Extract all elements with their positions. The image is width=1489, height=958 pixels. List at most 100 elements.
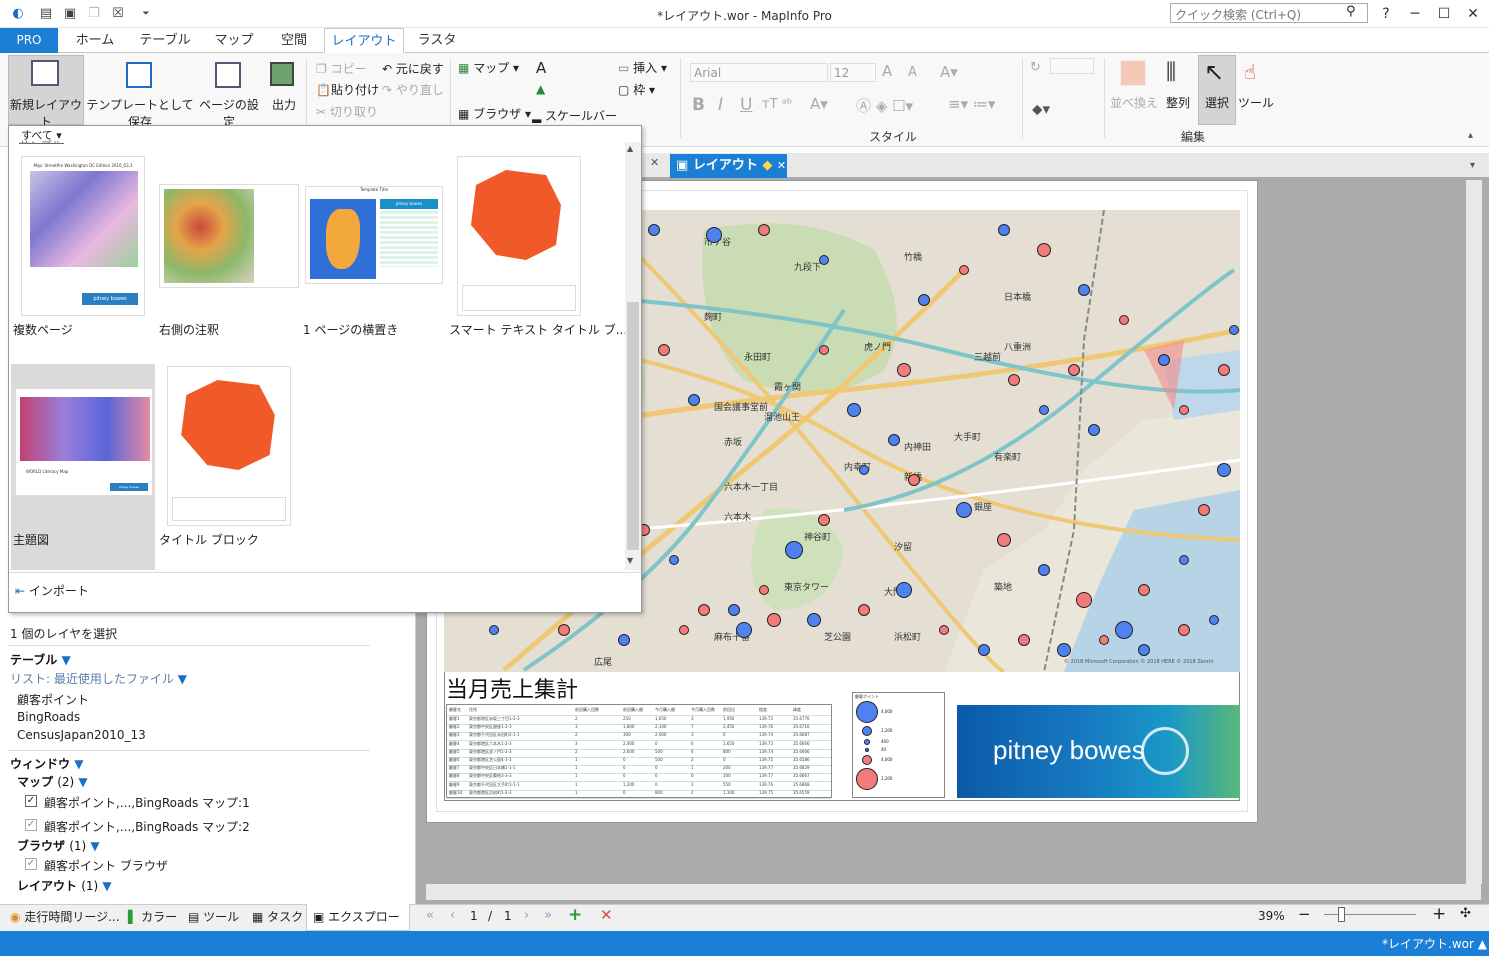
- customer-point[interactable]: [1115, 621, 1133, 639]
- layout-title[interactable]: 当月売上集計: [446, 672, 578, 704]
- customer-point[interactable]: [728, 604, 740, 616]
- customer-point[interactable]: [1198, 504, 1210, 516]
- customer-point[interactable]: [818, 514, 830, 526]
- tab-spatial[interactable]: 空間: [266, 28, 322, 53]
- align-button[interactable]: 並べ換え: [1108, 94, 1160, 111]
- customer-point[interactable]: [897, 363, 911, 377]
- customer-point[interactable]: [758, 224, 770, 236]
- table-item[interactable]: 顧客ポイント: [17, 691, 89, 708]
- layout-document-tab[interactable]: ▣ レイアウト ◆ ✕: [670, 154, 787, 178]
- customer-point[interactable]: [1138, 644, 1150, 656]
- template-thumb-landscape[interactable]: Template Title pitney bowes: [305, 186, 443, 284]
- browser-item[interactable]: 顧客ポイント ブラウザ: [44, 857, 168, 874]
- page-current[interactable]: 1: [470, 909, 478, 923]
- tab-home[interactable]: ホーム: [64, 28, 126, 53]
- customer-point[interactable]: [1209, 615, 1219, 625]
- close-tab-icon[interactable]: ✕: [650, 156, 659, 169]
- customer-point[interactable]: [908, 474, 920, 486]
- template-thumb-title-block[interactable]: [167, 366, 291, 526]
- customer-point[interactable]: [918, 294, 930, 306]
- customer-point[interactable]: [1229, 325, 1239, 335]
- tab-tasks[interactable]: ▦ タスク: [252, 904, 303, 931]
- table-item[interactable]: CensusJapan2010_13: [17, 728, 146, 742]
- map-item[interactable]: 顧客ポイント,...,BingRoads マップ:1: [44, 794, 250, 811]
- customer-point[interactable]: [997, 533, 1011, 547]
- customer-point[interactable]: [956, 502, 972, 518]
- customer-point[interactable]: [1078, 284, 1090, 296]
- customer-point[interactable]: [658, 344, 670, 356]
- customer-point[interactable]: [669, 555, 679, 565]
- customer-point[interactable]: [489, 625, 499, 635]
- customer-point[interactable]: [1076, 592, 1092, 608]
- rotation-input[interactable]: [1050, 58, 1094, 74]
- paragraph-icons[interactable]: ≡▾ ≔▾: [948, 95, 995, 113]
- customer-point[interactable]: [959, 265, 969, 275]
- zoom-out-icon[interactable]: −: [1298, 905, 1311, 923]
- bold-button[interactable]: B: [692, 95, 705, 115]
- copy-button[interactable]: ❐ コピー: [316, 60, 367, 77]
- customer-point[interactable]: [1179, 405, 1189, 415]
- fit-icon[interactable]: ✣: [1460, 906, 1471, 921]
- nav-prev-icon[interactable]: ‹: [450, 908, 455, 923]
- picture-icon[interactable]: ▲: [536, 82, 545, 96]
- customer-point[interactable]: [736, 622, 752, 638]
- tab-color[interactable]: ▌ カラー: [128, 904, 177, 931]
- tab-table[interactable]: テーブル: [130, 28, 200, 53]
- tab-raster[interactable]: ラスタ: [408, 28, 466, 53]
- collapse-ribbon-icon[interactable]: ▴: [1468, 130, 1473, 141]
- customer-point[interactable]: [759, 585, 769, 595]
- tab-map[interactable]: マップ: [204, 28, 264, 53]
- pointer-style-icon[interactable]: ⬥▾: [1032, 100, 1050, 118]
- help-button[interactable]: ?: [1375, 4, 1397, 24]
- arrange-button[interactable]: 整列: [1160, 94, 1196, 111]
- insert-button[interactable]: ▭ 挿入 ▾: [618, 59, 667, 76]
- text-effect-icon[interactable]: A▾: [940, 63, 958, 81]
- maximize-button[interactable]: ☐: [1433, 4, 1455, 24]
- tab-pro[interactable]: PRO: [0, 28, 58, 53]
- customer-point[interactable]: [1068, 364, 1080, 376]
- customer-point[interactable]: [688, 394, 700, 406]
- customer-point[interactable]: [1018, 634, 1030, 646]
- nav-last-icon[interactable]: »: [544, 908, 552, 923]
- tab-list-dropdown[interactable]: ▾: [1470, 160, 1475, 171]
- text-frame-icon[interactable]: A: [536, 59, 546, 77]
- customer-point[interactable]: [1217, 463, 1231, 477]
- customer-point[interactable]: [1037, 243, 1051, 257]
- customer-point[interactable]: [858, 604, 870, 616]
- maps-header[interactable]: マップ (2) ▼: [17, 773, 88, 790]
- windows-header[interactable]: ウィンドウ ▼: [10, 755, 83, 772]
- font-size-up-icon[interactable]: A: [882, 62, 892, 80]
- customer-point[interactable]: [648, 224, 660, 236]
- undo-button[interactable]: ↶ 元に戻す: [382, 60, 444, 77]
- zoom-in-icon[interactable]: +: [1432, 904, 1446, 924]
- customer-point[interactable]: [859, 465, 869, 475]
- customer-point[interactable]: [767, 613, 781, 627]
- font-name-select[interactable]: Arial: [690, 63, 828, 82]
- customer-point[interactable]: [785, 541, 803, 559]
- customer-point[interactable]: [1179, 555, 1189, 565]
- template-thumb-smart-text[interactable]: [457, 156, 581, 316]
- list-recent-filter[interactable]: リスト: 最近使用したファイル ▼: [10, 670, 187, 687]
- output-button[interactable]: 出力: [266, 96, 302, 113]
- browsers-header[interactable]: ブラウザ (1) ▼: [17, 837, 100, 854]
- cut-button[interactable]: ✂ 切り取り: [316, 103, 378, 120]
- scalebar-button[interactable]: ▂ スケールバー: [532, 107, 617, 124]
- superscript-icon[interactable]: ᴛT ᵃᵇ: [762, 97, 792, 112]
- map-legend[interactable]: 顧客ポイント 4,000 1,200 400 40 4,000 1,200: [852, 692, 945, 798]
- map2-checkbox[interactable]: ✓: [25, 819, 37, 831]
- customer-point[interactable]: [679, 625, 689, 635]
- customer-point[interactable]: [1057, 643, 1071, 657]
- quick-search-input[interactable]: クイック検索 (Ctrl+Q): [1170, 3, 1368, 23]
- customer-point[interactable]: [706, 227, 722, 243]
- insert-browser-button[interactable]: ▦ ブラウザ ▾: [458, 105, 531, 122]
- italic-button[interactable]: I: [718, 95, 723, 115]
- customer-point[interactable]: [888, 434, 900, 446]
- tab-layout[interactable]: レイアウト: [324, 28, 404, 53]
- customer-point[interactable]: [819, 345, 829, 355]
- font-size-down-icon[interactable]: A: [908, 65, 917, 80]
- customer-point[interactable]: [847, 403, 861, 417]
- customer-point[interactable]: [1119, 315, 1129, 325]
- customer-point[interactable]: [896, 582, 912, 598]
- font-size-select[interactable]: 12: [830, 63, 876, 82]
- tools-button[interactable]: ツール: [1238, 94, 1274, 111]
